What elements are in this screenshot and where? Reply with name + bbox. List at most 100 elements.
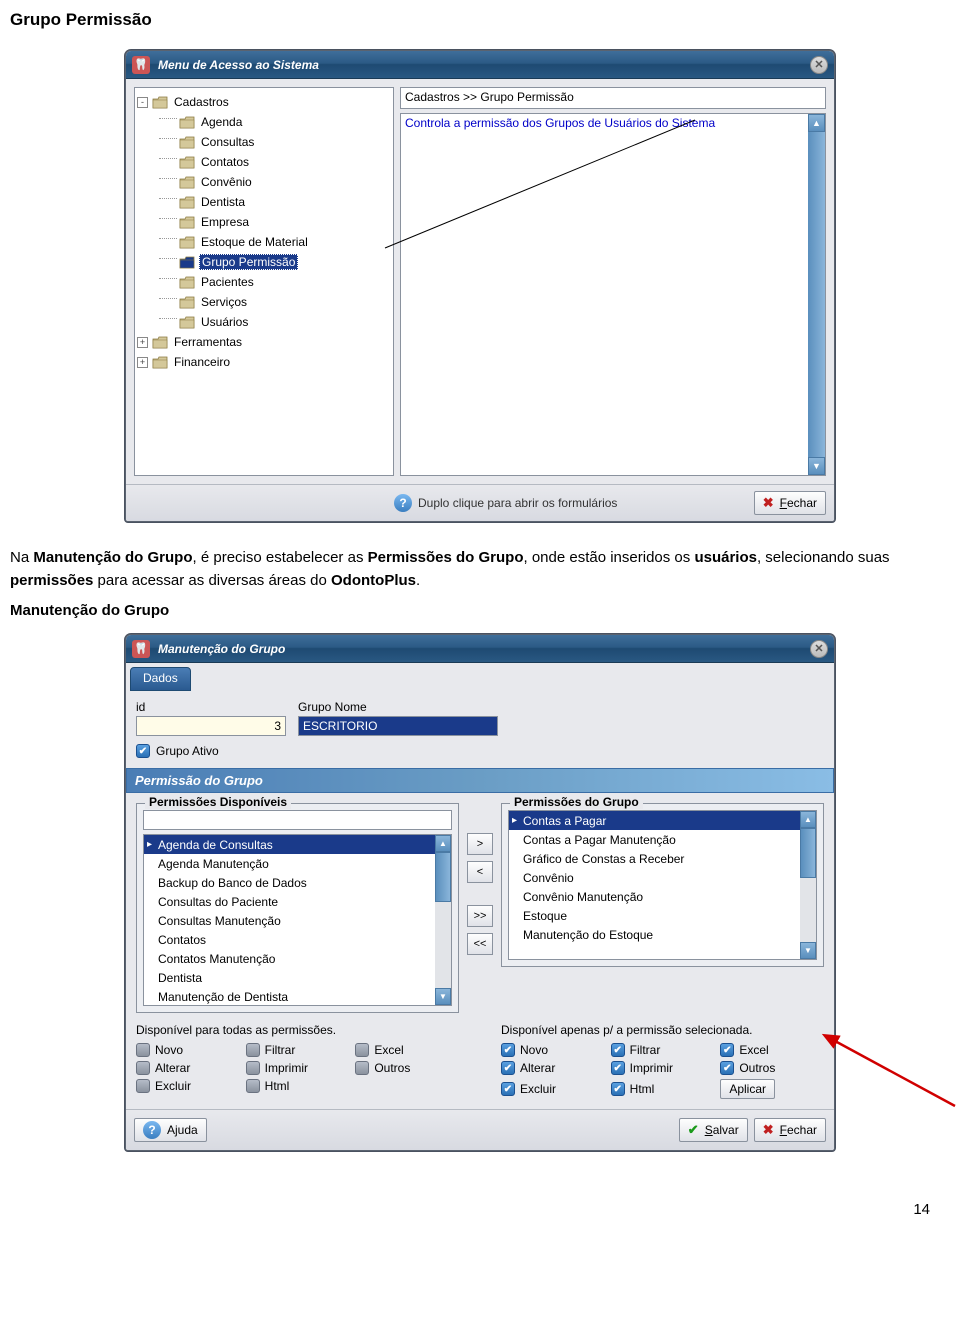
folder-icon — [179, 116, 195, 129]
list-item[interactable]: Agenda Manutenção — [144, 854, 451, 873]
checkbox[interactable]: ✔ — [501, 1082, 515, 1096]
perm-option[interactable]: Excel — [355, 1043, 459, 1057]
checkbox[interactable]: ✔ — [720, 1043, 734, 1057]
perm-option[interactable]: Imprimir — [246, 1061, 350, 1075]
apply-button[interactable]: Aplicar — [720, 1079, 775, 1099]
tree-item[interactable]: Consultas — [137, 132, 391, 152]
list-item[interactable]: Manutenção do Estoque — [509, 925, 816, 944]
checkbox[interactable] — [136, 1043, 150, 1057]
collapse-icon[interactable]: - — [137, 97, 148, 108]
scrollbar[interactable]: ▲▼ — [435, 835, 451, 1005]
checkbox[interactable]: ✔ — [611, 1082, 625, 1096]
checkbox[interactable]: ✔ — [720, 1061, 734, 1075]
perm-option[interactable]: ✔Imprimir — [611, 1061, 715, 1075]
perm-option[interactable]: ✔Filtrar — [611, 1043, 715, 1057]
tab-dados[interactable]: Dados — [130, 667, 191, 691]
perm-option[interactable]: Outros — [355, 1061, 459, 1075]
perm-option[interactable]: ✔Outros — [720, 1061, 824, 1075]
help-button[interactable]: ? Ajuda — [134, 1118, 207, 1142]
tree-item[interactable]: +Financeiro — [137, 352, 391, 372]
checkbox[interactable] — [246, 1079, 260, 1093]
scrollbar[interactable]: ▲ ▼ — [808, 114, 825, 475]
perm-option[interactable]: ✔Excel — [720, 1043, 824, 1057]
nome-input[interactable] — [298, 716, 498, 736]
folder-icon — [179, 156, 195, 169]
list-item[interactable]: Contatos — [144, 930, 451, 949]
list-item[interactable]: Gráfico de Constas a Receber — [509, 849, 816, 868]
close-icon[interactable]: ✕ — [810, 640, 828, 658]
tree-item[interactable]: Usuários — [137, 312, 391, 332]
tree-label: Consultas — [199, 135, 256, 149]
id-input[interactable] — [136, 716, 286, 736]
tree-item[interactable]: Estoque de Material — [137, 232, 391, 252]
checkbox[interactable] — [246, 1043, 260, 1057]
checkbox[interactable] — [136, 1061, 150, 1075]
menu-window-title: Menu de Acesso ao Sistema — [158, 58, 810, 72]
tree-item[interactable]: Grupo Permissão — [137, 252, 391, 272]
perm-option[interactable]: Novo — [136, 1043, 240, 1057]
expand-icon[interactable]: + — [137, 357, 148, 368]
checkbox[interactable]: ✔ — [611, 1043, 625, 1057]
search-input[interactable] — [143, 810, 452, 830]
checkbox[interactable]: ✔ — [611, 1061, 625, 1075]
perm-option[interactable]: ✔Alterar — [501, 1061, 605, 1075]
folder-icon — [152, 336, 168, 349]
id-label: id — [136, 700, 286, 714]
perm-option[interactable]: Alterar — [136, 1061, 240, 1075]
list-item[interactable]: Agenda de Consultas — [144, 835, 451, 854]
list-item[interactable]: Consultas do Paciente — [144, 892, 451, 911]
perm-option[interactable]: ✔Novo — [501, 1043, 605, 1057]
list-item[interactable]: Convênio — [509, 868, 816, 887]
ativo-checkbox[interactable]: ✔ — [136, 744, 150, 758]
move-all-left-button[interactable]: << — [467, 933, 493, 955]
perm-option[interactable]: Excluir — [136, 1079, 240, 1093]
perm-option[interactable]: Html — [246, 1079, 350, 1093]
tree-item[interactable]: Dentista — [137, 192, 391, 212]
checkbox[interactable]: ✔ — [501, 1043, 515, 1057]
checkbox[interactable] — [136, 1079, 150, 1093]
folder-icon — [179, 236, 195, 249]
list-item[interactable]: Consultas Manutenção — [144, 911, 451, 930]
tree-item[interactable]: Contatos — [137, 152, 391, 172]
close-icon[interactable]: ✕ — [810, 56, 828, 74]
list-item[interactable]: Estoque — [509, 906, 816, 925]
tree-item[interactable]: -Cadastros — [137, 92, 391, 112]
list-item[interactable]: Manutenção de Dentista — [144, 987, 451, 1006]
assigned-listbox[interactable]: Contas a PagarContas a Pagar ManutençãoG… — [508, 810, 817, 960]
checkbox[interactable]: ✔ — [501, 1061, 515, 1075]
move-right-button[interactable]: > — [467, 833, 493, 855]
scrollbar[interactable]: ▲▼ — [800, 811, 816, 959]
maint-window-title: Manutenção do Grupo — [158, 642, 810, 656]
perm-option[interactable]: Filtrar — [246, 1043, 350, 1057]
tree-panel[interactable]: -CadastrosAgenda Consultas ContatosConvêni… — [134, 87, 394, 476]
scroll-up-icon: ▲ — [808, 114, 825, 132]
perm-option[interactable]: ✔Excluir — [501, 1079, 605, 1099]
list-item[interactable]: Convênio Manutenção — [509, 887, 816, 906]
tree-item[interactable]: Pacientes — [137, 272, 391, 292]
perm-option[interactable]: ✔Html — [611, 1079, 715, 1099]
save-button[interactable]: ✔ Salvar — [679, 1118, 748, 1142]
available-listbox[interactable]: Agenda de ConsultasAgenda ManutençãoBack… — [143, 834, 452, 1006]
close-button[interactable]: ✖ Fechar — [754, 491, 826, 515]
list-item[interactable]: Dentista — [144, 968, 451, 987]
tree-item[interactable]: Empresa — [137, 212, 391, 232]
expand-icon[interactable]: + — [137, 337, 148, 348]
checkbox[interactable] — [246, 1061, 260, 1075]
move-left-button[interactable]: < — [467, 861, 493, 883]
list-item[interactable]: Contas a Pagar — [509, 811, 816, 830]
checkbox[interactable] — [355, 1043, 369, 1057]
tree-item[interactable]: Serviços — [137, 292, 391, 312]
tree-item[interactable]: +Ferramentas — [137, 332, 391, 352]
list-item[interactable]: Backup do Banco de Dados — [144, 873, 451, 892]
tree-label: Pacientes — [199, 275, 256, 289]
tree-label: Dentista — [199, 195, 247, 209]
description-box: Controla a permissão dos Grupos de Usuár… — [400, 113, 826, 476]
x-icon: ✖ — [763, 495, 774, 511]
tree-item[interactable]: Agenda — [137, 112, 391, 132]
list-item[interactable]: Contas a Pagar Manutenção — [509, 830, 816, 849]
move-all-right-button[interactable]: >> — [467, 905, 493, 927]
close-button[interactable]: ✖ Fechar — [754, 1118, 826, 1142]
checkbox[interactable] — [355, 1061, 369, 1075]
tree-item[interactable]: Convênio — [137, 172, 391, 192]
list-item[interactable]: Contatos Manutenção — [144, 949, 451, 968]
